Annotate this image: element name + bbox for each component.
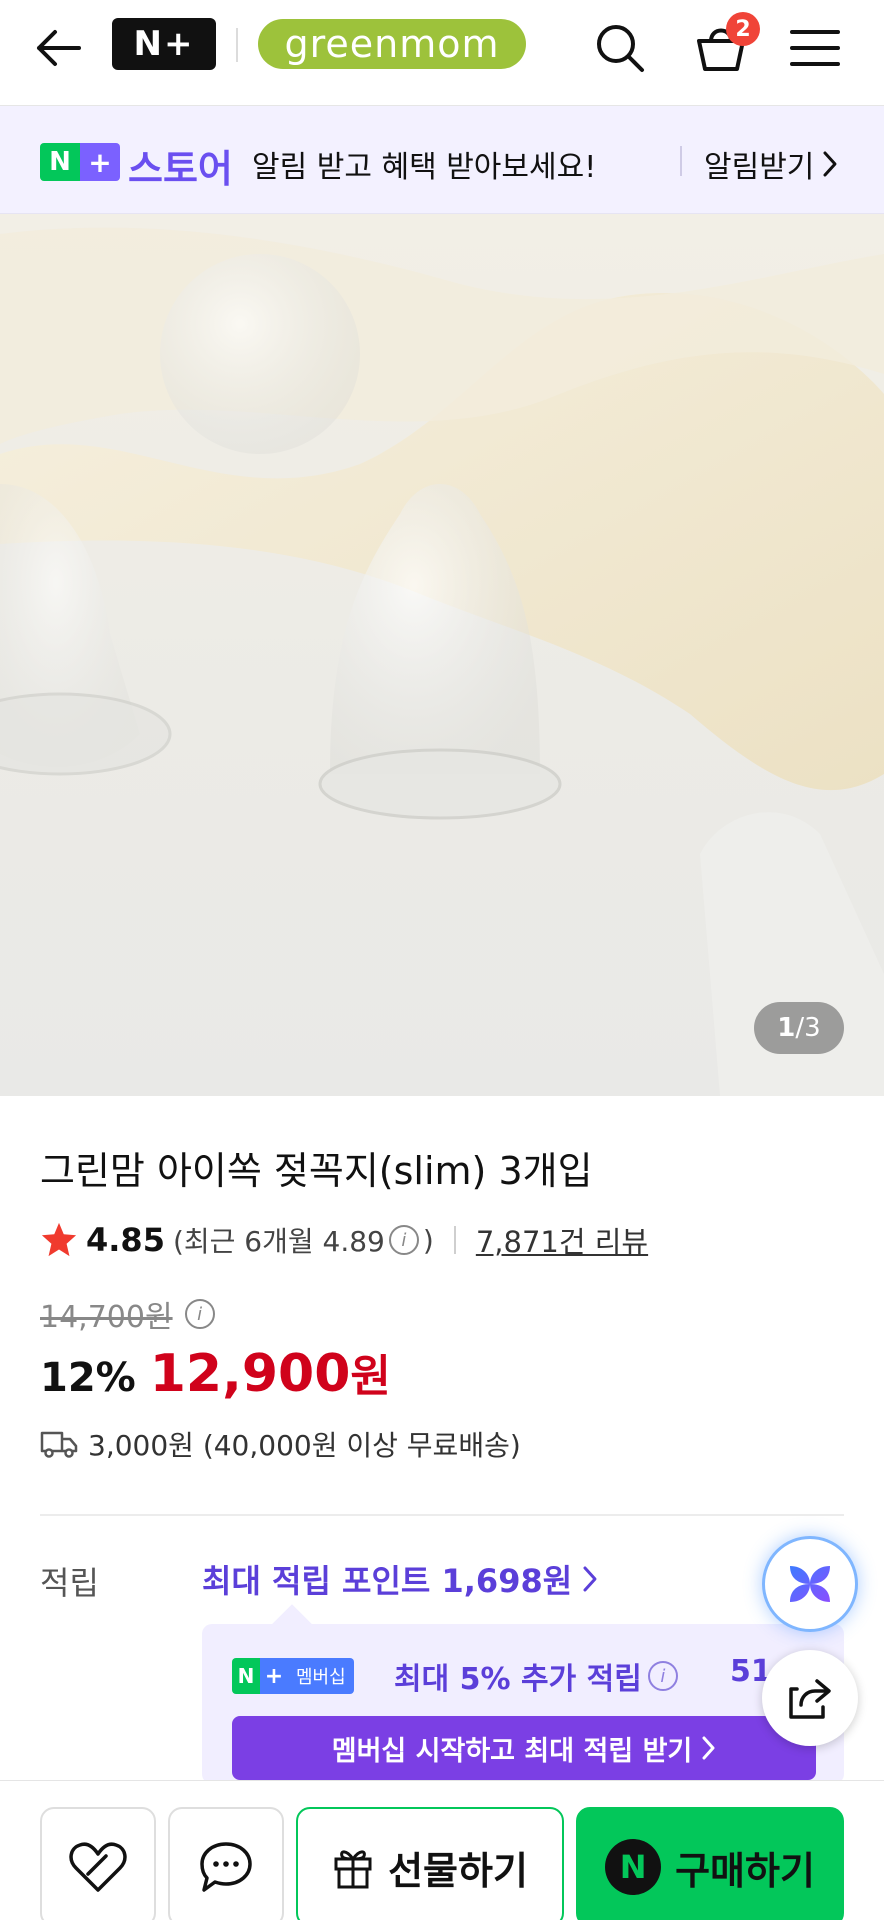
discount-rate: 12% [40, 1355, 136, 1401]
nplus-store-badge: N + [40, 143, 120, 181]
membership-extra-points: 최대 5% 추가 적립 i [394, 1654, 678, 1698]
sale-price: 12,900 [149, 1344, 351, 1404]
cart-count-badge: 2 [726, 12, 760, 46]
chat-icon [200, 1842, 252, 1892]
truck-icon [40, 1431, 78, 1458]
menu-icon [790, 30, 840, 66]
nplus-logo[interactable]: N+ [112, 18, 216, 70]
chevron-right-icon [823, 151, 837, 177]
recent-rating: (최근 6개월 4.89 i ) [172, 1223, 434, 1259]
original-price: 14,700원 [40, 1300, 173, 1335]
buy-button[interactable]: N 구매하기 [576, 1807, 844, 1920]
banner-divider [680, 146, 682, 176]
like-button[interactable] [40, 1807, 156, 1920]
points-label: 적립 [40, 1564, 99, 1602]
membership-box: N + 멤버십 최대 5% 추가 적립 i 51 멤버십 시작하고 최대 적립 받… [202, 1624, 844, 1784]
info-icon[interactable]: i [388, 1225, 419, 1255]
top-header: N+ greenmom 2 [0, 0, 884, 106]
search-button[interactable] [588, 16, 652, 80]
price-unit: 원 [350, 1351, 391, 1402]
notify-label: 알림받기 [704, 150, 815, 185]
back-button[interactable] [30, 20, 86, 76]
bottom-action-bar: 선물하기 N 구매하기 [0, 1780, 884, 1920]
heart-icon [69, 1842, 127, 1892]
gift-icon [334, 1850, 372, 1889]
image-counter: 1/3 [754, 1002, 844, 1054]
membership-badge: N + 멤버십 [232, 1658, 354, 1694]
search-icon [597, 25, 644, 72]
back-arrow-icon [37, 30, 81, 66]
product-title: 그린맘 아이쏙 젖꼭지(slim) 3개입 [40, 1149, 593, 1193]
logo-divider [236, 28, 238, 62]
max-points-link[interactable]: 최대 적립 포인트 1,698원 [202, 1556, 598, 1602]
banner-message: 알림 받고 혜택 받아보세요! [252, 150, 597, 185]
product-photo [0, 214, 884, 1096]
ai-assistant-button[interactable] [762, 1536, 858, 1632]
gift-button[interactable]: 선물하기 [296, 1807, 564, 1920]
section-divider [40, 1514, 844, 1516]
original-price-row: 14,700원 i [40, 1292, 219, 1336]
store-alert-banner[interactable]: N + 스토어 알림 받고 혜택 받아보세요! 알림받기 [0, 106, 884, 214]
chat-button[interactable] [168, 1807, 284, 1920]
notify-button[interactable]: 알림받기 [704, 142, 838, 186]
naver-pay-icon: N [605, 1839, 662, 1895]
ai-sparkle-icon [790, 1566, 830, 1602]
gift-label: 선물하기 [388, 1848, 528, 1893]
max-points-text: 최대 적립 포인트 1,698원 [202, 1562, 573, 1600]
shipping-text: 3,000원 (40,000원 이상 무료배송) [88, 1429, 521, 1462]
store-label: 스토어 [128, 147, 233, 191]
share-button[interactable] [762, 1650, 858, 1746]
rating-value: 4.85 [86, 1221, 165, 1259]
chevron-right-icon [702, 1736, 715, 1760]
cart-button[interactable]: 2 [686, 12, 760, 82]
menu-button[interactable] [780, 16, 850, 80]
star-icon [41, 1222, 77, 1257]
membership-start-button[interactable]: 멤버십 시작하고 최대 적립 받기 [232, 1716, 816, 1780]
rating-divider [453, 1226, 456, 1254]
info-icon[interactable]: i [647, 1661, 678, 1691]
brand-logo[interactable]: greenmom [258, 19, 526, 69]
product-image-carousel[interactable] [0, 214, 884, 1096]
shipping-info: 3,000원 (40,000원 이상 무료배송) [40, 1424, 521, 1464]
rating-row: 4.85 (최근 6개월 4.89 i ) 7,871건 리뷰 [40, 1218, 648, 1262]
buy-label: 구매하기 [675, 1848, 815, 1893]
share-icon [789, 1679, 831, 1719]
review-count-link[interactable]: 7,871건 리뷰 [476, 1219, 648, 1261]
sale-price-row: 12% 12,900 원 [40, 1340, 391, 1404]
price-info-icon[interactable]: i [184, 1299, 215, 1329]
chevron-right-icon [583, 1566, 597, 1592]
